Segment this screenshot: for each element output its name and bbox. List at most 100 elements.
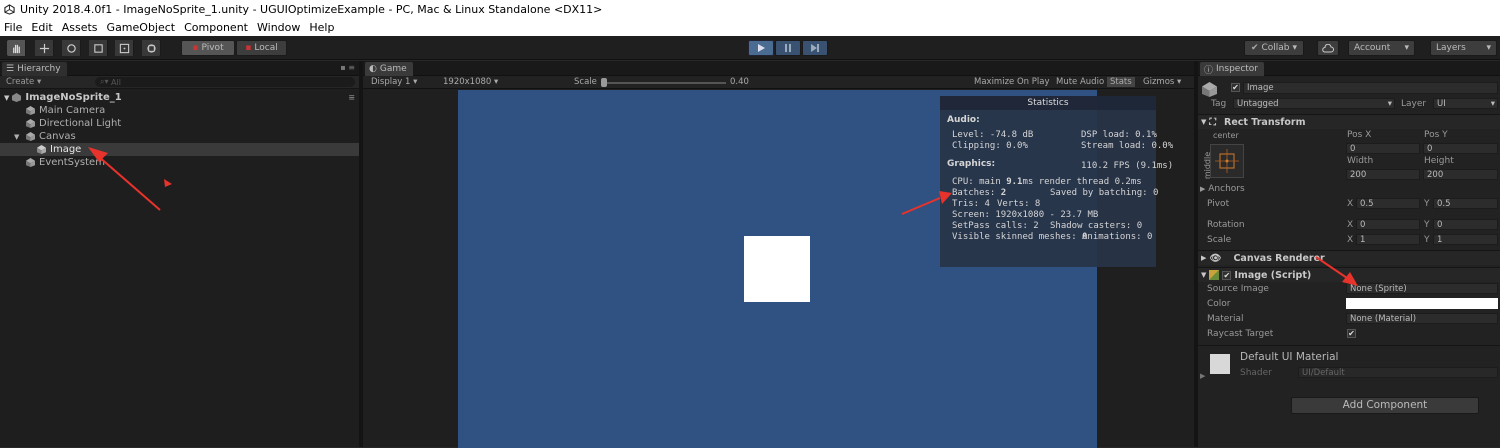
statistics-overlay: Statistics Audio: Level: -74.8 dB Clippi… [940, 96, 1156, 267]
pos-y-field[interactable]: 0 [1423, 143, 1498, 154]
source-image-field[interactable]: None (Sprite) [1346, 283, 1498, 294]
search-icon: ⌕▾ [100, 77, 109, 87]
canvas-renderer-header[interactable]: ▶ 👁 Canvas Renderer [1198, 250, 1500, 265]
resolution-dropdown[interactable]: 1920x1080 ▾ [443, 77, 498, 87]
account-dropdown[interactable]: Account▾ [1348, 40, 1415, 56]
scale-y-field[interactable]: 1 [1433, 234, 1498, 245]
collab-dropdown[interactable]: ✔Collab▾ [1244, 40, 1304, 56]
play-button[interactable] [748, 40, 774, 56]
tree-item-image[interactable]: Image [0, 143, 359, 156]
hierarchy-panel: ☰Hierarchy ▪ ≡ Create ▾ ⌕▾ All ▼ ImageNo… [0, 61, 359, 447]
stat-dsp: DSP load: 0.1% [1081, 130, 1157, 140]
display-dropdown[interactable]: Display 1 ▾ [371, 77, 417, 87]
hand-tool-icon[interactable] [7, 40, 26, 56]
list-icon: ☰ [6, 64, 14, 74]
audio-heading: Audio: [947, 115, 980, 125]
collapse-icon[interactable]: ▼ [1201, 271, 1206, 279]
layer-dropdown[interactable]: UI▾ [1433, 98, 1498, 109]
pivot-x-axis-label: X [1347, 199, 1353, 209]
menu-gameobject[interactable]: GameObject [107, 21, 176, 34]
image-enabled-checkbox[interactable]: ✔ [1222, 271, 1231, 280]
maximize-on-play-toggle[interactable]: Maximize On Play [974, 77, 1049, 87]
layers-dropdown[interactable]: Layers▾ [1430, 40, 1497, 56]
anchors-foldout[interactable]: ▶ Anchors [1200, 184, 1245, 194]
scale-label: Scale [574, 77, 597, 87]
active-checkbox[interactable]: ✔ [1231, 83, 1240, 92]
color-label: Color [1207, 299, 1231, 309]
layer-value: UI [1437, 99, 1446, 109]
scale-x-field[interactable]: 1 [1356, 234, 1420, 245]
material-name: Default UI Material [1240, 351, 1338, 363]
gizmos-dropdown[interactable]: Gizmos ▾ [1143, 77, 1181, 87]
rotation-y-field[interactable]: 0 [1433, 219, 1498, 230]
raycast-target-checkbox[interactable]: ✔ [1347, 329, 1356, 338]
canvas-renderer-title: Canvas Renderer [1233, 253, 1324, 264]
scale-slider-handle[interactable] [601, 78, 607, 87]
menu-assets[interactable]: Assets [62, 21, 98, 34]
gizmos-label: Gizmos [1143, 77, 1174, 87]
stats-toggle[interactable]: Stats [1107, 77, 1135, 87]
width-field[interactable]: 200 [1346, 169, 1420, 180]
expand-icon[interactable]: ▼ [4, 94, 9, 102]
scene-name: ImageNoSprite_1 [25, 92, 121, 103]
pivot-x-field[interactable]: 0.5 [1356, 198, 1420, 209]
tree-item-label: EventSystem [39, 157, 105, 168]
add-component-button[interactable]: Add Component [1291, 397, 1479, 414]
image-script-header[interactable]: ▼ ✔ Image (Script) [1198, 267, 1500, 282]
scale-slider[interactable] [601, 82, 726, 84]
cloud-button[interactable] [1317, 40, 1339, 56]
source-image-label: Source Image [1207, 284, 1269, 294]
transform-tool-icon[interactable] [142, 40, 161, 56]
menu-component[interactable]: Component [184, 21, 248, 34]
rect-tool-icon[interactable] [115, 40, 134, 56]
expand-icon[interactable]: ▶ [1200, 372, 1205, 380]
rotation-x-field[interactable]: 0 [1356, 219, 1420, 230]
height-field[interactable]: 200 [1423, 169, 1498, 180]
tree-item-canvas[interactable]: ▼ Canvas [0, 130, 359, 143]
shader-dropdown[interactable]: UI/Default [1298, 367, 1498, 378]
tree-item-main-camera[interactable]: Main Camera [0, 104, 359, 117]
raycast-target-label: Raycast Target [1207, 329, 1273, 339]
tab-inspector[interactable]: ⓘInspector [1200, 62, 1264, 76]
tag-value: Untagged [1237, 99, 1279, 109]
scale-tool-icon[interactable] [89, 40, 108, 56]
material-field[interactable]: None (Material) [1346, 313, 1498, 324]
create-dropdown[interactable]: Create ▾ [6, 77, 41, 87]
scene-row[interactable]: ▼ ImageNoSprite_1 ≡ [0, 91, 359, 104]
color-swatch[interactable] [1346, 298, 1498, 309]
tab-game[interactable]: ◐Game [365, 62, 413, 76]
menu-window[interactable]: Window [257, 21, 300, 34]
rotate-tool-icon[interactable] [62, 40, 81, 56]
tree-item-eventsystem[interactable]: EventSystem [0, 156, 359, 169]
step-button[interactable] [802, 40, 828, 56]
collapse-icon[interactable]: ▼ [1201, 118, 1206, 126]
main-toolbar: ▪Pivot ▪Local ✔Collab▾ Account▾ Layers▾ [0, 36, 1500, 60]
scene-menu-icon[interactable]: ≡ [348, 93, 355, 102]
tree-item-directional-light[interactable]: Directional Light [0, 117, 359, 130]
pivot-y-field[interactable]: 0.5 [1433, 198, 1498, 209]
rect-transform-icon: ⛶ [1209, 117, 1216, 128]
rect-transform-header[interactable]: ▼ ⛶ Rect Transform [1198, 114, 1500, 129]
expand-icon[interactable]: ▶ [1201, 254, 1206, 262]
expand-icon[interactable]: ▼ [14, 133, 23, 141]
pause-button[interactable] [775, 40, 801, 56]
move-tool-icon[interactable] [35, 40, 54, 56]
anchor-presets-button[interactable] [1210, 144, 1244, 178]
panel-menu-icon[interactable]: ▪ ≡ [340, 63, 355, 72]
menu-file[interactable]: File [4, 21, 22, 34]
stat-fps: 110.2 FPS (9.1ms) [1081, 161, 1173, 171]
mute-audio-toggle[interactable]: Mute Audio [1056, 77, 1104, 87]
shader-label: Shader [1240, 368, 1272, 378]
pos-x-field[interactable]: 0 [1346, 143, 1420, 154]
menu-help[interactable]: Help [309, 21, 334, 34]
object-name-field[interactable]: Image [1243, 82, 1498, 94]
hierarchy-search-input[interactable]: ⌕▾ All [95, 77, 355, 87]
tag-dropdown[interactable]: Untagged▾ [1233, 98, 1395, 109]
stat-cpu-suffix: ms render thread 0.2ms [1022, 177, 1141, 187]
tab-hierarchy[interactable]: ☰Hierarchy [2, 62, 67, 76]
menu-edit[interactable]: Edit [31, 21, 52, 34]
local-toggle[interactable]: ▪Local [236, 40, 287, 56]
pivot-toggle[interactable]: ▪Pivot [181, 40, 235, 56]
game-view[interactable]: Statistics Audio: Level: -74.8 dB Clippi… [363, 89, 1194, 447]
window-title: Unity 2018.4.0f1 - ImageNoSprite_1.unity… [20, 3, 602, 16]
